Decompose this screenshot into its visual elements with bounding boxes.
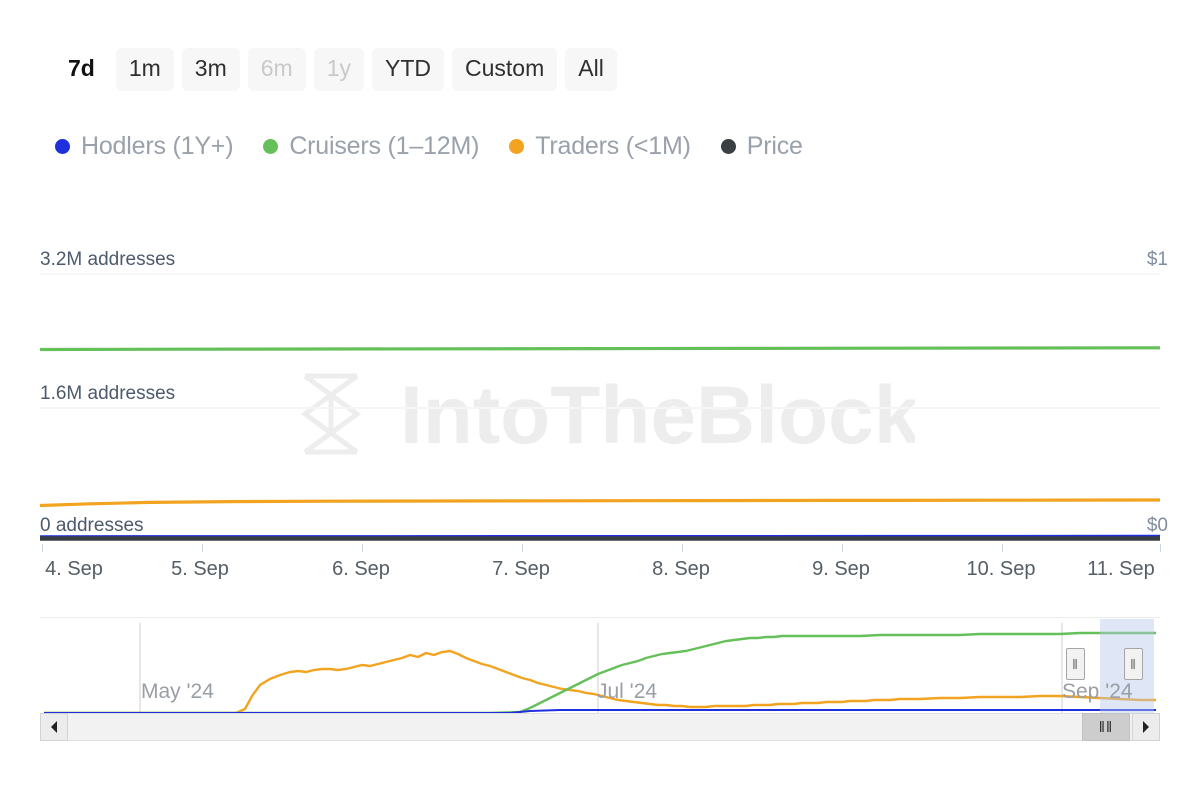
x-axis: 4. Sep 5. Sep 6. Sep 7. Sep 8. Sep 9. Se… — [0, 552, 1200, 592]
legend-dot-hodlers-icon — [55, 139, 70, 154]
series-line-traders — [40, 500, 1160, 506]
range-button-7d[interactable]: 7d — [55, 48, 108, 91]
legend-item-traders[interactable]: Traders (<1M) — [509, 132, 691, 161]
legend-dot-traders-icon — [509, 139, 524, 154]
chart-plot-area[interactable] — [0, 200, 1200, 550]
scrollbar-thumb-grip: ‖‖ — [1099, 720, 1113, 735]
chart-scrollbar-track[interactable] — [40, 713, 1160, 741]
range-button-all[interactable]: All — [565, 48, 617, 91]
range-button-custom[interactable]: Custom — [452, 48, 557, 91]
navigator-handle-left[interactable]: ‖ — [1066, 648, 1085, 680]
legend-label-hodlers: Hodlers (1Y+) — [81, 132, 233, 161]
range-button-ytd[interactable]: YTD — [372, 48, 444, 91]
scrollbar-thumb[interactable]: ‖‖ — [1082, 713, 1130, 741]
x-tick — [842, 544, 843, 552]
x-tick — [522, 544, 523, 552]
legend-item-hodlers[interactable]: Hodlers (1Y+) — [55, 132, 233, 161]
legend-dot-cruisers-icon — [263, 139, 278, 154]
x-axis-label-3: 7. Sep — [492, 558, 550, 581]
navigator-label-may: May '24 — [141, 680, 214, 704]
x-axis-label-7: 11. Sep — [1087, 558, 1154, 581]
navigator-label-sep: Sep '24 — [1062, 680, 1133, 704]
scrollbar-right-arrow-icon[interactable] — [1132, 713, 1160, 741]
range-button-3m[interactable]: 3m — [182, 48, 240, 91]
legend-label-traders: Traders (<1M) — [535, 132, 691, 161]
navigator-handle-right[interactable]: ‖ — [1124, 648, 1143, 680]
x-tick — [42, 544, 43, 552]
x-tick — [1160, 544, 1161, 552]
x-axis-label-6: 10. Sep — [967, 558, 1036, 581]
x-axis-label-0: 4. Sep — [45, 558, 103, 581]
series-line-cruisers — [40, 348, 1160, 350]
legend-item-cruisers[interactable]: Cruisers (1–12M) — [263, 132, 479, 161]
navigator-label-jul: Jul '24 — [597, 680, 657, 704]
x-tick — [202, 544, 203, 552]
y-axis-label-top: 3.2M addresses — [40, 249, 175, 271]
range-button-1y: 1y — [314, 48, 364, 91]
range-button-6m: 6m — [248, 48, 306, 91]
navigator-handle-right-grip: ‖ — [1130, 657, 1137, 671]
chart-legend: Hodlers (1Y+) Cruisers (1–12M) Traders (… — [55, 132, 803, 161]
x-axis-label-1: 5. Sep — [171, 558, 229, 581]
chart-widget: 7d 1m 3m 6m 1y YTD Custom All Hodlers (1… — [0, 0, 1200, 800]
range-selector: 7d 1m 3m 6m 1y YTD Custom All — [55, 48, 617, 91]
y2-axis-label-top: $1 — [1147, 249, 1168, 271]
legend-dot-price-icon — [721, 139, 736, 154]
legend-item-price[interactable]: Price — [721, 132, 803, 161]
y-axis-label-bottom: 0 addresses — [40, 515, 144, 537]
legend-label-cruisers: Cruisers (1–12M) — [289, 132, 479, 161]
legend-label-price: Price — [747, 132, 803, 161]
range-button-1m[interactable]: 1m — [116, 48, 174, 91]
x-tick — [362, 544, 363, 552]
x-tick — [1002, 544, 1003, 552]
x-axis-label-5: 9. Sep — [812, 558, 870, 581]
y-axis-label-mid: 1.6M addresses — [40, 383, 175, 405]
x-tick — [682, 544, 683, 552]
navigator-handle-left-grip: ‖ — [1072, 657, 1079, 671]
y2-axis-label-bottom: $0 — [1147, 515, 1168, 537]
x-axis-label-2: 6. Sep — [332, 558, 390, 581]
x-axis-label-4: 8. Sep — [652, 558, 710, 581]
scrollbar-left-arrow-icon[interactable] — [40, 713, 68, 741]
